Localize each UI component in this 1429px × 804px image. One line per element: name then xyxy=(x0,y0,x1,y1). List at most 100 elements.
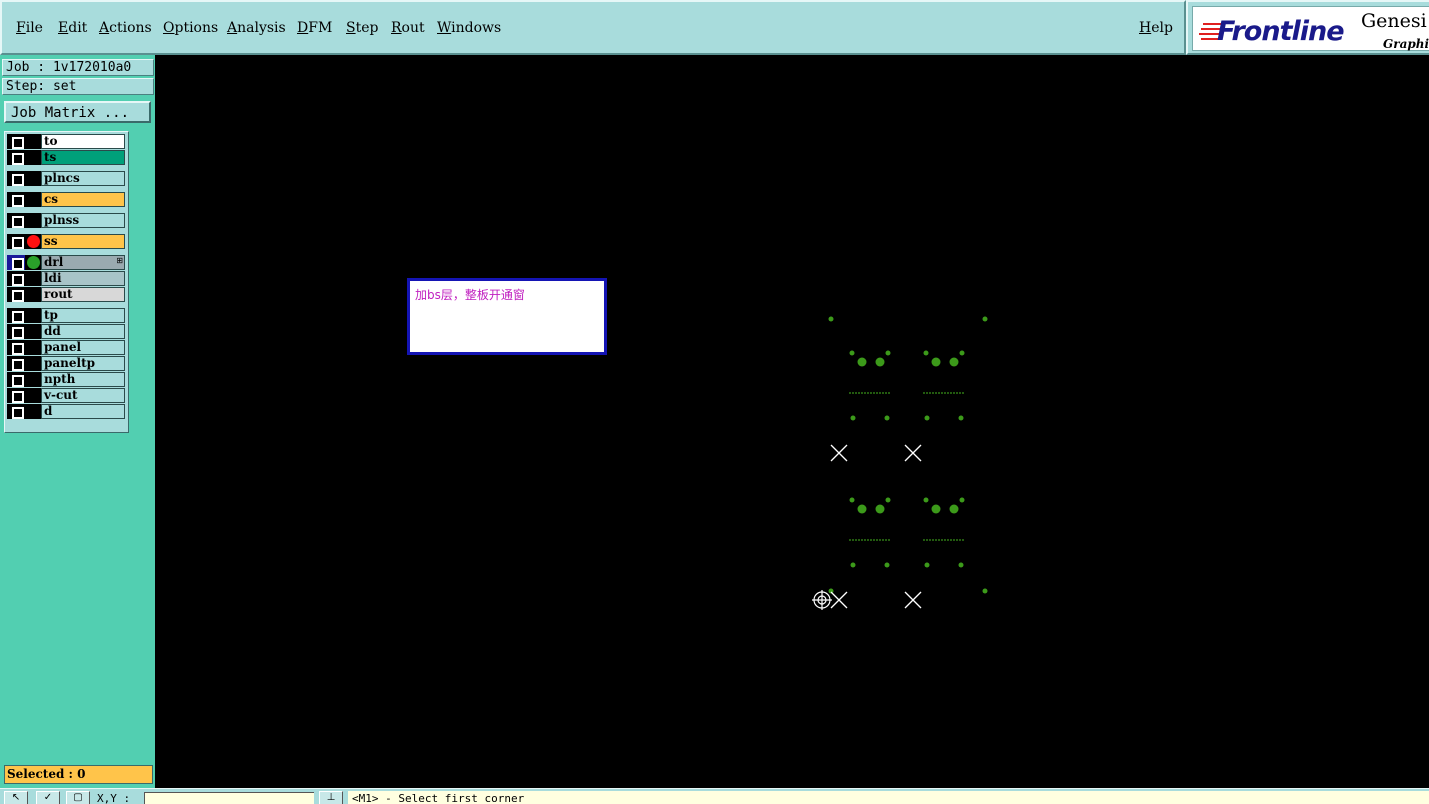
layer-panel: Job : 1v172010a0 Step: set Job Matrix ..… xyxy=(0,55,157,788)
layer-options-icon[interactable]: ⊞ xyxy=(116,256,123,265)
layer-checkbox[interactable] xyxy=(7,134,25,149)
drill-row-dot xyxy=(962,539,964,541)
layer-checkbox[interactable] xyxy=(7,150,25,165)
layer-row-to[interactable]: to xyxy=(7,134,125,149)
menu-step[interactable]: Step xyxy=(346,20,378,36)
drill-hole-small xyxy=(958,562,964,568)
layer-name[interactable]: panel xyxy=(41,340,125,355)
drill-hole-large xyxy=(875,357,885,367)
layer-checkbox[interactable] xyxy=(7,171,25,186)
layer-row-panel[interactable]: panel xyxy=(7,340,125,355)
drill-row-dot xyxy=(950,392,952,394)
layer-row-ts[interactable]: ts xyxy=(7,150,125,165)
layer-name[interactable]: ts xyxy=(41,150,125,165)
fiducial-pad xyxy=(982,316,988,322)
layer-checkbox[interactable] xyxy=(7,213,25,228)
layer-name[interactable]: ldi xyxy=(41,271,125,286)
layer-row-v-cut[interactable]: v-cut xyxy=(7,388,125,403)
pointer-mode-icon[interactable]: ↖ xyxy=(4,791,28,804)
drill-row-dot xyxy=(858,539,860,541)
layer-row-d[interactable]: d xyxy=(7,404,125,419)
drill-hole-large xyxy=(857,357,867,367)
drill-hole-small xyxy=(850,415,856,421)
layer-checkbox[interactable] xyxy=(7,308,25,323)
layer-name[interactable]: npth xyxy=(41,372,125,387)
layer-checkbox[interactable] xyxy=(7,287,25,302)
fiducial-pad xyxy=(982,588,988,594)
layer-name[interactable]: plnss xyxy=(41,213,125,228)
layer-name[interactable]: plncs xyxy=(41,171,125,186)
layer-row-tp[interactable]: tp xyxy=(7,308,125,323)
menu-actions[interactable]: Actions xyxy=(99,20,152,36)
layer-checkbox[interactable] xyxy=(7,340,25,355)
layer-name[interactable]: cs xyxy=(41,192,125,207)
drill-hole-large xyxy=(931,357,941,367)
layer-list-scroll-area[interactable] xyxy=(130,131,154,433)
drill-row-dot xyxy=(926,539,928,541)
layer-row-npth[interactable]: npth xyxy=(7,372,125,387)
layer-name[interactable]: ss xyxy=(41,234,125,249)
layer-checkbox[interactable] xyxy=(7,388,25,403)
drill-row-dot xyxy=(953,392,955,394)
product-subtitle: Graphic xyxy=(1383,37,1429,51)
layer-name[interactable]: v-cut xyxy=(41,388,125,403)
drill-row-dot xyxy=(861,392,863,394)
layer-name[interactable]: paneltp xyxy=(41,356,125,371)
graphics-canvas[interactable] xyxy=(157,55,1429,788)
layer-checkbox[interactable] xyxy=(7,404,25,419)
layer-status-slot xyxy=(25,388,41,403)
layer-status-slot xyxy=(25,404,41,419)
drill-row-dot xyxy=(882,392,884,394)
menu-edit[interactable]: Edit xyxy=(58,20,87,36)
layer-name[interactable]: tp xyxy=(41,308,125,323)
xy-input[interactable] xyxy=(144,792,314,804)
layer-name[interactable]: to xyxy=(41,134,125,149)
layer-checkbox[interactable] xyxy=(7,324,25,339)
layer-status-slot xyxy=(25,150,41,165)
layer-row-rout[interactable]: rout xyxy=(7,287,125,302)
layer-name[interactable]: dd xyxy=(41,324,125,339)
drill-row-dot xyxy=(929,392,931,394)
layer-checkbox[interactable] xyxy=(7,192,25,207)
annotation-note[interactable]: 加bs层，整板开通窗 xyxy=(407,278,607,355)
layer-checkbox[interactable] xyxy=(7,372,25,387)
layer-name[interactable]: drl xyxy=(41,255,125,270)
menu-rout[interactable]: Rout xyxy=(391,20,425,36)
drill-row-dot xyxy=(855,392,857,394)
layer-checkbox[interactable] xyxy=(7,234,25,249)
layer-list: to ts plncs cs plnss ss drl ⊞ ldi rout tp dd panel pa… xyxy=(4,131,129,433)
menu-windows[interactable]: Windows xyxy=(437,20,501,36)
layer-checkbox[interactable] xyxy=(7,356,25,371)
pcb-view[interactable] xyxy=(157,55,1429,788)
layer-checkbox[interactable] xyxy=(7,271,25,286)
layer-row-plncs[interactable]: plncs xyxy=(7,171,125,186)
menu-analysis[interactable]: Analysis xyxy=(227,20,286,36)
layer-row-dd[interactable]: dd xyxy=(7,324,125,339)
layer-row-ss[interactable]: ss xyxy=(7,234,125,249)
layer-name[interactable]: rout xyxy=(41,287,125,302)
drill-row-dot xyxy=(867,392,869,394)
layer-row-ldi[interactable]: ldi xyxy=(7,271,125,286)
drill-row-dot xyxy=(932,392,934,394)
drill-hole-large xyxy=(931,504,941,514)
menu-file[interactable]: File xyxy=(16,20,43,36)
layer-checkbox[interactable] xyxy=(7,255,25,270)
layer-name[interactable]: d xyxy=(41,404,125,419)
layer-row-plnss[interactable]: plnss xyxy=(7,213,125,228)
job-matrix-button[interactable]: Job Matrix ... xyxy=(4,101,151,123)
layer-row-cs[interactable]: cs xyxy=(7,192,125,207)
check-mode-icon[interactable]: ✓ xyxy=(36,791,60,804)
menu-help[interactable]: Help xyxy=(1139,20,1173,36)
layer-status-slot xyxy=(25,340,41,355)
menu-dfm[interactable]: DFM xyxy=(297,20,332,36)
menu-options[interactable]: Options xyxy=(163,20,218,36)
snap-mode-icon[interactable]: ▢ xyxy=(66,791,90,804)
layer-row-drl[interactable]: drl ⊞ xyxy=(7,255,125,270)
lock-toggle-icon[interactable]: ⊥ xyxy=(319,791,343,804)
layer-row-paneltp[interactable]: paneltp xyxy=(7,356,125,371)
drill-hole-large xyxy=(949,357,959,367)
drill-row-dot xyxy=(870,392,872,394)
layer-status-slot xyxy=(25,192,41,207)
layer-status-dot-icon xyxy=(27,256,40,269)
layer-status-dot-icon xyxy=(27,235,40,248)
